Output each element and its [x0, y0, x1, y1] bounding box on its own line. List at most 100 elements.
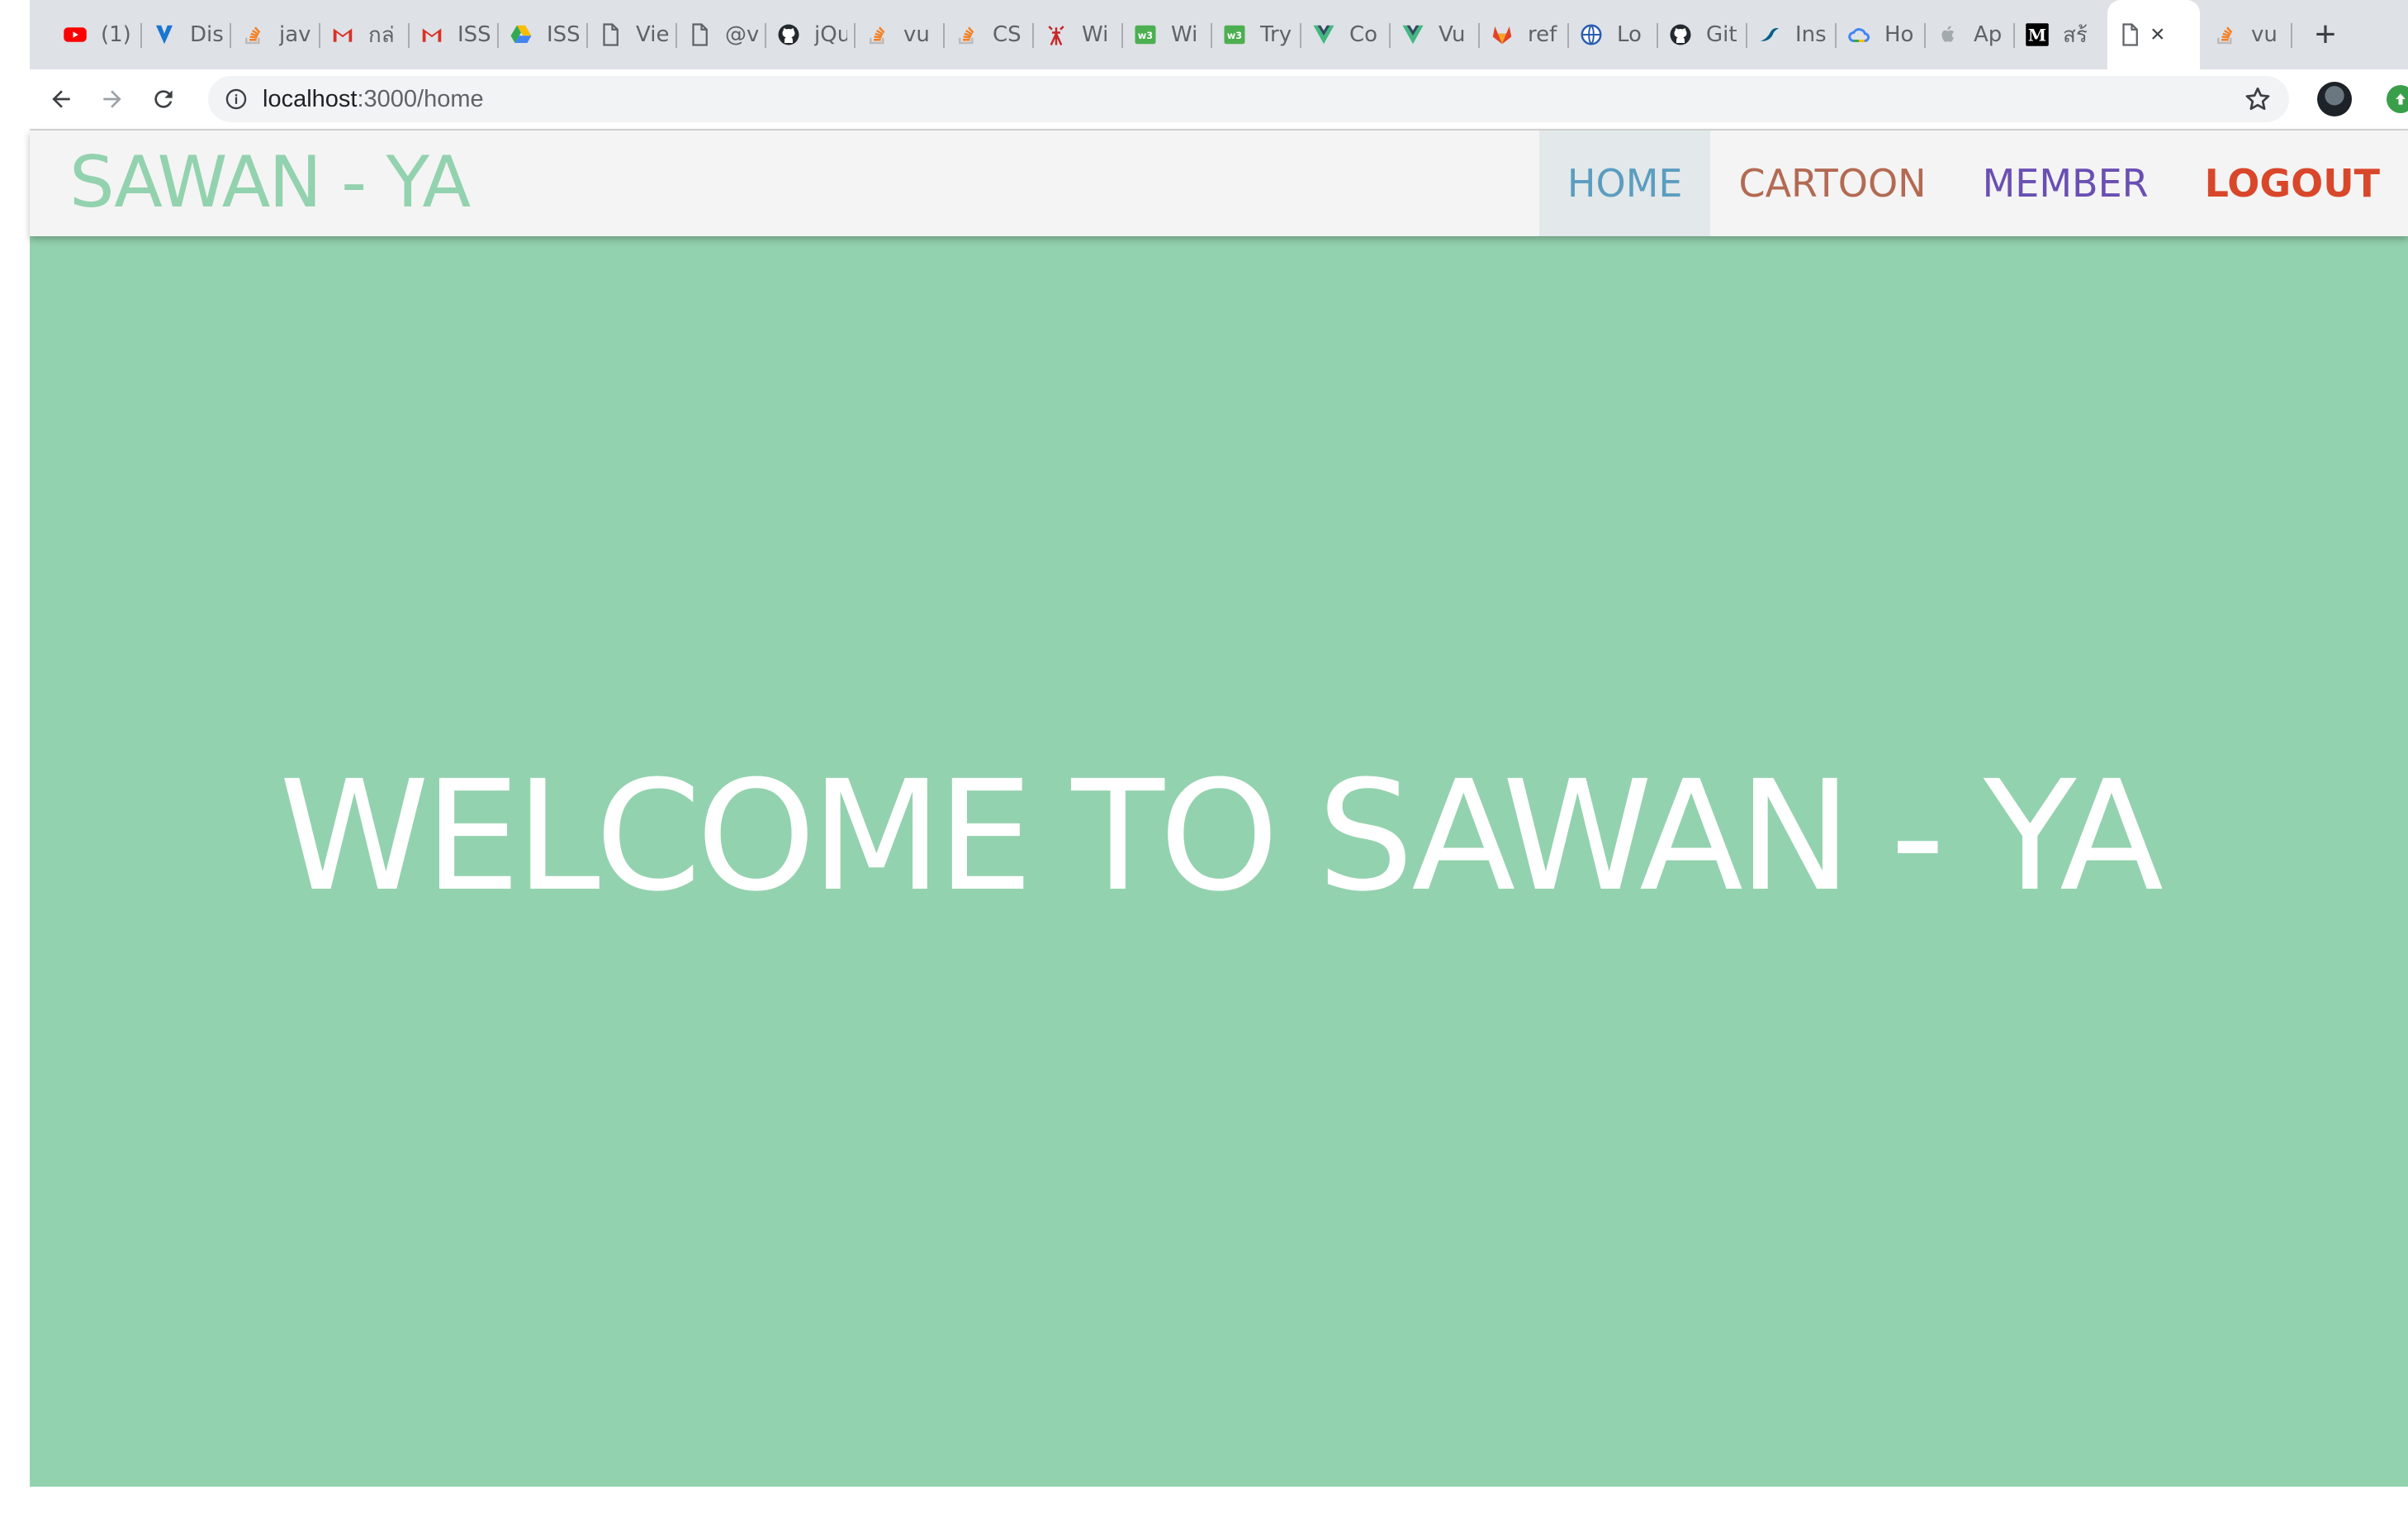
stackoverflow-icon: [865, 22, 890, 47]
document-icon: [2117, 22, 2142, 47]
browser-tab[interactable]: Lo: [1569, 0, 1658, 69]
nav-home-label: HOME: [1567, 161, 1683, 206]
document-icon: [598, 22, 623, 47]
apple-icon: [1936, 22, 1960, 47]
browser-tab-title: Git: [1706, 22, 1737, 47]
browser-tab[interactable]: jav: [231, 0, 320, 69]
new-tab-button[interactable]: +: [2301, 0, 2350, 69]
browser-tab[interactable]: Ho: [1837, 0, 1926, 69]
arrow-up-icon: [2396, 93, 2406, 105]
browser-tab-title: ISS: [547, 22, 580, 47]
browser-tab[interactable]: jQu: [766, 0, 856, 69]
browser-tab[interactable]: Vie: [588, 0, 677, 69]
w3schools-icon: w3: [1133, 22, 1158, 47]
google-cloud-icon: [1846, 22, 1871, 47]
browser-tab-title: @v: [725, 22, 758, 47]
browser-tab-title: ISS: [457, 22, 491, 47]
browser-tab[interactable]: Wi: [1034, 0, 1123, 69]
browser-tab-title: vu: [903, 22, 930, 47]
browser-tab[interactable]: Vu: [1391, 0, 1480, 69]
browser-tab-title: Ins: [1795, 22, 1827, 47]
browser-tab[interactable]: Git: [1658, 0, 1747, 69]
nav-cartoon[interactable]: CARTOON: [1710, 130, 1954, 236]
browser-tab[interactable]: vu: [2203, 0, 2292, 69]
gmail-icon: [330, 22, 355, 47]
browser-toolbar: localhost:3000/home: [30, 69, 2408, 130]
browser-tab-title: Vie: [636, 22, 669, 47]
browser-tab-title: สร้: [2063, 22, 2088, 48]
browser-tab-title: (1): [101, 22, 131, 47]
browser-tab-title: Ap: [1974, 22, 2003, 47]
url-path: :3000/home: [357, 85, 484, 112]
stackoverflow-icon: [955, 22, 979, 47]
browser-tab[interactable]: w3 Wi: [1123, 0, 1212, 69]
site-brand[interactable]: SAWAN - YA: [69, 145, 471, 220]
svg-text:w3: w3: [1227, 31, 1242, 41]
hero-banner: WELCOME TO SAWAN - YA: [30, 236, 2408, 1487]
page-viewport: SAWAN - YA HOME CARTOON MEMBER LOGOUT WE…: [30, 130, 2408, 1487]
nav-home[interactable]: HOME: [1538, 130, 1711, 236]
antenna-icon: [1044, 22, 1069, 47]
extension-update-icon[interactable]: [2387, 85, 2408, 113]
close-icon[interactable]: ×: [2150, 21, 2165, 49]
mysql-icon: [1757, 22, 1782, 47]
browser-tab-title: Co: [1349, 22, 1378, 47]
nav-cartoon-label: CARTOON: [1738, 161, 1927, 206]
globe-icon: [1579, 22, 1604, 47]
browser-tab[interactable]: ref: [1480, 0, 1569, 69]
browser-tab[interactable]: (1): [53, 0, 142, 69]
vue-icon: [1311, 22, 1336, 47]
svg-text:w3: w3: [1138, 31, 1153, 41]
profile-avatar[interactable]: [2317, 82, 2352, 116]
w3schools-icon: w3: [1222, 22, 1247, 47]
reload-icon: [154, 90, 173, 108]
nav-logout[interactable]: LOGOUT: [2177, 130, 2408, 236]
browser-tab-active[interactable]: ×: [2107, 0, 2200, 69]
browser-tab-title: Ho: [1884, 22, 1914, 47]
bookmark-star-icon[interactable]: [2243, 84, 2273, 114]
gmail-icon: [420, 22, 444, 47]
browser-tab[interactable]: CS: [945, 0, 1034, 69]
browser-tab-title: กล่: [368, 22, 395, 48]
arrow-right-icon: [103, 90, 121, 108]
github-icon: [776, 22, 801, 47]
back-button[interactable]: [41, 79, 81, 119]
browser-tab[interactable]: Dis: [142, 0, 231, 69]
browser-tab-title: Wi: [1171, 22, 1198, 47]
arrow-left-icon: [52, 90, 70, 108]
browser-tab[interactable]: Co: [1301, 0, 1391, 69]
browser-tab-title: Wi: [1082, 22, 1109, 47]
browser-tab-title: ref: [1528, 22, 1557, 47]
browser-tab[interactable]: @v: [677, 0, 766, 69]
nav-member[interactable]: MEMBER: [1955, 130, 2177, 236]
nav-member-label: MEMBER: [1982, 161, 2149, 206]
browser-tab[interactable]: Ins: [1747, 0, 1837, 69]
browser-tab-title: CS: [993, 22, 1022, 47]
medium-icon: M: [2025, 22, 2050, 47]
browser-tab[interactable]: กล่: [320, 0, 410, 69]
document-icon: [687, 22, 712, 47]
browser-tab-title: jQu: [814, 22, 847, 47]
site-navbar: SAWAN - YA HOME CARTOON MEMBER LOGOUT: [30, 130, 2408, 236]
nav-logout-label: LOGOUT: [2204, 161, 2380, 206]
browser-tabstrip: (1) Dis jav กล่ ISS ISS Vie @v jQu vu CS Wi w3 Wi w3 Tr…: [30, 0, 2408, 69]
browser-tab[interactable]: vu: [856, 0, 945, 69]
browser-tab-title: Lo: [1617, 22, 1642, 47]
google-drive-icon: [509, 22, 533, 47]
browser-tab[interactable]: ISS: [410, 0, 499, 69]
browser-tab-title: Dis: [190, 22, 223, 47]
youtube-icon: [63, 22, 88, 47]
svg-text:M: M: [2028, 26, 2046, 45]
browser-tab-title: Try: [1260, 22, 1292, 47]
browser-tab-title: Vu: [1439, 22, 1466, 47]
reload-button[interactable]: [144, 79, 183, 119]
github-icon: [1668, 22, 1693, 47]
browser-tab[interactable]: M สร้: [2015, 0, 2104, 69]
vue-icon: [1401, 22, 1425, 47]
forward-button[interactable]: [92, 79, 132, 119]
address-bar[interactable]: localhost:3000/home: [208, 76, 2289, 122]
browser-tab[interactable]: w3 Try: [1212, 0, 1301, 69]
browser-tab[interactable]: Ap: [1926, 0, 2015, 69]
url-host: localhost: [263, 85, 358, 112]
browser-tab[interactable]: ISS: [499, 0, 588, 69]
